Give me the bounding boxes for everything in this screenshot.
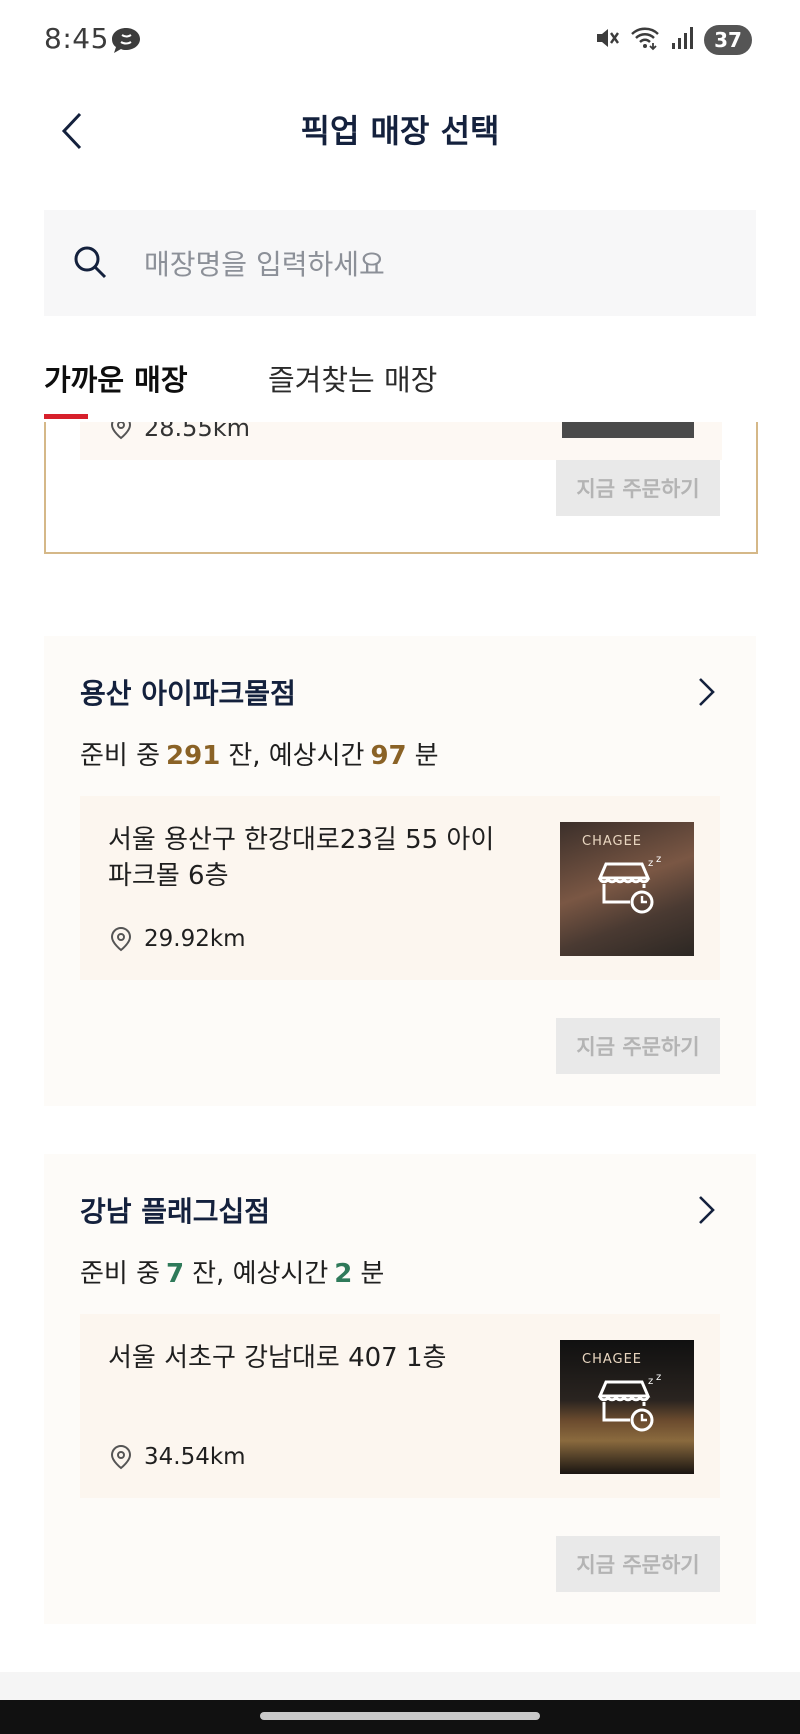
search-icon	[72, 244, 108, 284]
prep-prefix: 준비 중	[80, 741, 161, 771]
store-photo-brand: CHAGEE	[582, 834, 643, 849]
chat-bubble-icon	[110, 26, 142, 60]
location-pin-icon	[110, 422, 132, 444]
chevron-right-icon[interactable]	[696, 676, 716, 712]
store-name: 용산 아이파크몰점	[80, 677, 296, 710]
search-input[interactable]	[142, 210, 726, 318]
store-list[interactable]: 28.55km 지금 주문하기 용산 아이파크몰점 준비 중 291 잔, 예상시간…	[0, 422, 800, 1672]
prep-count: 7	[166, 1259, 185, 1289]
signal-icon	[670, 25, 694, 55]
store-photo: CHAGEE zz	[560, 1340, 694, 1474]
store-address: 서울 용산구 한강대로23길 55 아이파크몰 6층	[108, 825, 495, 891]
tab-bar: 가까운 매장 즐겨찾는 매장	[0, 352, 800, 422]
store-distance: 29.92km	[144, 926, 246, 952]
active-tab-indicator	[44, 414, 88, 419]
status-icons: 37	[594, 24, 752, 56]
mute-icon	[594, 25, 620, 55]
bottom-spacer	[0, 1672, 800, 1700]
store-info-box: 28.55km	[80, 422, 722, 460]
store-address: 서울 서초구 강남대로 407 1층	[108, 1343, 447, 1373]
svg-text:z: z	[648, 858, 653, 869]
prep-mid: 잔, 예상시간	[192, 1259, 329, 1289]
prep-prefix: 준비 중	[80, 1259, 161, 1289]
tab-nearby-stores[interactable]: 가까운 매장	[44, 358, 188, 402]
store-photo-brand: CHAGEE	[582, 1352, 643, 1367]
store-closed-icon: zz	[594, 1372, 664, 1442]
chevron-right-icon[interactable]	[696, 1194, 716, 1230]
store-distance: 34.54km	[144, 1444, 246, 1470]
store-closed-icon: zz	[594, 854, 664, 924]
order-now-button[interactable]: 지금 주문하기	[556, 1018, 720, 1074]
prep-count: 291	[166, 741, 221, 771]
store-photo: CHAGEE zz	[560, 822, 694, 956]
page-title: 픽업 매장 선택	[300, 112, 500, 150]
store-info-box: 서울 서초구 강남대로 407 1층 34.54km CHAGEE zz	[80, 1314, 720, 1498]
store-card-selected[interactable]: 28.55km 지금 주문하기	[44, 422, 758, 554]
location-pin-icon	[110, 1444, 132, 1474]
store-card[interactable]: 용산 아이파크몰점 준비 중 291 잔, 예상시간 97 분 서울 용산구 한강대로2…	[44, 636, 756, 1106]
status-bar: 8:45 37	[0, 0, 800, 80]
svg-text:z: z	[656, 1374, 661, 1383]
home-gesture-handle[interactable]	[260, 1712, 540, 1720]
prep-status: 준비 중 7 잔, 예상시간 2 분	[80, 1254, 384, 1294]
tab-favorite-stores[interactable]: 즐겨찾는 매장	[268, 358, 437, 402]
system-nav-bar	[0, 1700, 800, 1734]
order-now-button[interactable]: 지금 주문하기	[556, 1536, 720, 1592]
wifi-icon	[630, 25, 660, 55]
store-distance: 28.55km	[144, 422, 250, 442]
prep-suffix: 분	[414, 741, 439, 771]
location-pin-icon	[110, 926, 132, 956]
order-now-button[interactable]: 지금 주문하기	[556, 460, 720, 516]
prep-minutes: 97	[370, 741, 407, 771]
prep-minutes: 2	[334, 1259, 353, 1289]
svg-text:z: z	[656, 856, 661, 865]
prep-mid: 잔, 예상시간	[228, 741, 365, 771]
store-photo	[562, 422, 694, 438]
store-info-box: 서울 용산구 한강대로23길 55 아이파크몰 6층 29.92km CHAGE…	[80, 796, 720, 980]
prep-suffix: 분	[360, 1259, 385, 1289]
svg-text:z: z	[648, 1376, 653, 1387]
store-card[interactable]: 강남 플래그십점 준비 중 7 잔, 예상시간 2 분 서울 서초구 강남대로 407 …	[44, 1154, 756, 1624]
battery-badge: 37	[704, 25, 752, 55]
search-box[interactable]	[44, 210, 756, 318]
store-name: 강남 플래그십점	[80, 1195, 271, 1228]
status-time: 8:45	[44, 22, 109, 55]
prep-status: 준비 중 291 잔, 예상시간 97 분	[80, 736, 439, 776]
